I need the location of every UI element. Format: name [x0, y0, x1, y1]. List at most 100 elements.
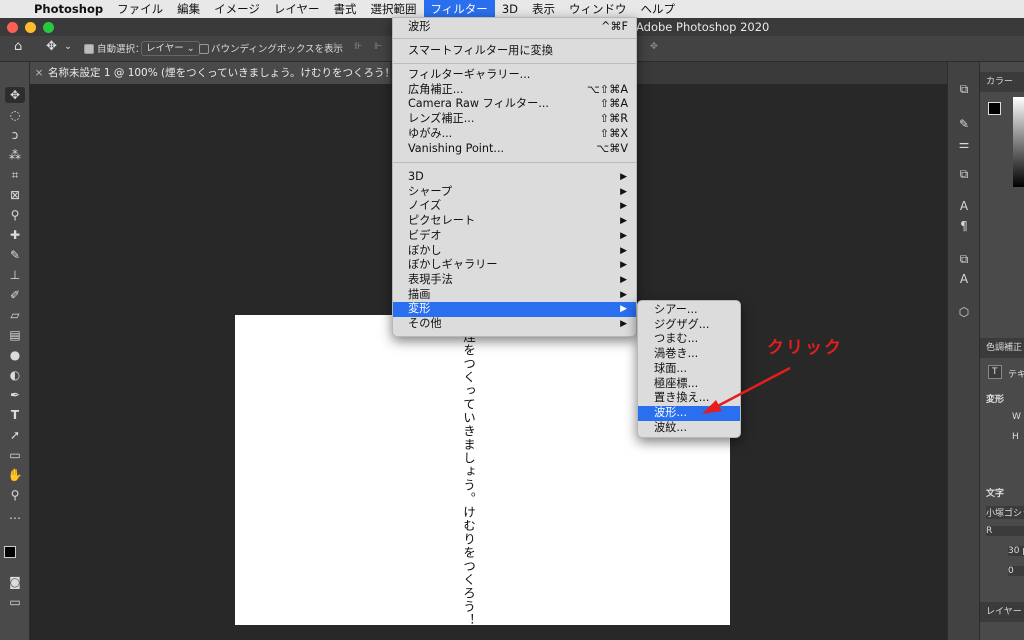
pen-icon[interactable]: ✒: [5, 387, 25, 403]
screen-mode-icon[interactable]: ▭: [5, 594, 25, 610]
submenu-item-pinch[interactable]: つまむ...: [638, 332, 740, 347]
layers-tab[interactable]: レイヤー: [980, 602, 1024, 622]
eraser-icon[interactable]: ▱: [5, 307, 25, 323]
magic-wand-icon[interactable]: ⁂: [5, 147, 25, 163]
menu-file[interactable]: ファイル: [110, 0, 170, 18]
color-slider[interactable]: [1013, 97, 1024, 187]
home-icon[interactable]: ⌂: [14, 39, 22, 54]
properties-panel-icon[interactable]: ⧉: [955, 252, 973, 268]
submenu-item-shear[interactable]: シアー...: [638, 303, 740, 318]
menu-item-lens-correction[interactable]: レンズ補正... ⇧⌘R: [393, 112, 636, 127]
color-panel-tab[interactable]: カラー: [980, 72, 1024, 92]
character-section[interactable]: 文字: [986, 486, 1004, 499]
document-tab[interactable]: × 名称未設定 1 @ 100% (煙をつくっていきましょう。けむりをつくろう！,…: [30, 62, 390, 84]
menu-item-liquify[interactable]: ゆがみ... ⇧⌘X: [393, 127, 636, 142]
character-panel-icon[interactable]: A: [955, 199, 973, 215]
3d-panel-icon[interactable]: ⬡: [955, 305, 973, 321]
glyph-panel-icon[interactable]: A: [955, 272, 973, 288]
menu-item-filter-gallery[interactable]: フィルターギャラリー...: [393, 68, 636, 83]
dodge-icon[interactable]: ◐: [5, 367, 25, 383]
blur-gallery-label: ぼかしギャラリー: [408, 258, 498, 272]
zoom-icon[interactable]: ⚲: [5, 487, 25, 503]
panel-foreground-swatch[interactable]: [988, 102, 1001, 115]
submenu-item-zigzag[interactable]: ジグザグ...: [638, 318, 740, 333]
transform-section[interactable]: 変形: [986, 392, 1004, 405]
menu-app-name[interactable]: Photoshop: [30, 0, 110, 18]
close-tab-icon[interactable]: ×: [30, 62, 48, 84]
auto-select-checkbox[interactable]: [84, 44, 94, 54]
move-tool-icon[interactable]: ✥: [5, 87, 25, 103]
canvas-vertical-text[interactable]: 煙をつくっていきましょう。けむりをつくろう！: [459, 330, 478, 627]
align-left-icon[interactable]: ⊫: [333, 41, 341, 52]
adjustments-tab[interactable]: 色調補正: [980, 338, 1024, 358]
menu-item-blur[interactable]: ぼかし ▶: [393, 244, 636, 259]
menu-item-pixelate[interactable]: ピクセレート ▶: [393, 214, 636, 229]
submenu-item-ripple[interactable]: 波紋...: [638, 421, 740, 436]
text-icon[interactable]: T: [5, 407, 25, 423]
menu-item-render[interactable]: 描画 ▶: [393, 288, 636, 303]
menu-view[interactable]: 表示: [525, 0, 562, 18]
path-select-icon[interactable]: ➚: [5, 427, 25, 443]
close-window-button[interactable]: [7, 21, 18, 33]
wide-angle-shortcut: ⌥⇧⌘A: [586, 82, 628, 96]
crop-icon[interactable]: ⌗: [5, 167, 25, 183]
history-panel-icon[interactable]: ⧉: [955, 82, 973, 98]
menu-edit[interactable]: 編集: [170, 0, 207, 18]
menu-item-noise[interactable]: ノイズ ▶: [393, 199, 636, 214]
frame-icon[interactable]: ⊠: [5, 187, 25, 203]
auto-select-dropdown[interactable]: レイヤー ⌄: [141, 41, 200, 56]
align-right-icon[interactable]: ⊩: [374, 41, 382, 52]
tracking-field[interactable]: 0: [1008, 566, 1024, 576]
distort-label: 変形: [408, 302, 431, 316]
blur-icon[interactable]: ●: [5, 347, 25, 363]
menu-item-video[interactable]: ビデオ ▶: [393, 229, 636, 244]
lasso-icon[interactable]: ↄ: [5, 127, 25, 143]
shape-icon[interactable]: ▭: [5, 447, 25, 463]
minimize-window-button[interactable]: [25, 21, 36, 33]
foreground-color-swatch[interactable]: [4, 546, 16, 558]
menu-image[interactable]: イメージ: [207, 0, 267, 18]
menu-item-distort[interactable]: 変形 ▶: [393, 302, 636, 317]
move-icon[interactable]: ✥: [46, 39, 57, 54]
healing-brush-icon[interactable]: ✚: [5, 227, 25, 243]
font-size-field[interactable]: 30 p: [1008, 546, 1024, 556]
font-family-field[interactable]: 小塚ゴシッ: [986, 506, 1024, 519]
quick-mask-icon[interactable]: ◙: [5, 574, 25, 590]
font-style-field[interactable]: R: [986, 526, 1024, 536]
menu-type[interactable]: 書式: [327, 0, 364, 18]
more-tools-icon[interactable]: …: [5, 507, 25, 523]
menu-item-sharpen[interactable]: シャープ ▶: [393, 185, 636, 200]
menu-3d[interactable]: 3D: [495, 0, 525, 18]
hand-icon[interactable]: ✋: [5, 467, 25, 483]
menu-help[interactable]: ヘルプ: [633, 0, 682, 18]
brush-panel-icon[interactable]: ✎: [955, 117, 973, 133]
menu-filter[interactable]: フィルター: [423, 0, 495, 18]
adjust-panel-icon[interactable]: ⚌: [955, 137, 973, 153]
camera-raw-label: Camera Raw フィルター...: [408, 97, 549, 111]
menu-item-other[interactable]: その他 ▶: [393, 317, 636, 332]
align-center-icon[interactable]: ⊪: [354, 41, 362, 52]
menu-item-3d[interactable]: 3D ▶: [393, 170, 636, 185]
chevron-down-icon[interactable]: ⌄: [64, 41, 72, 52]
gradient-icon[interactable]: ▤: [5, 327, 25, 343]
brush-icon[interactable]: ✎: [5, 247, 25, 263]
menu-select[interactable]: 選択範囲: [364, 0, 424, 18]
menu-item-last-filter[interactable]: 波形 ^⌘F: [393, 20, 636, 35]
zoom-window-button[interactable]: [43, 21, 54, 33]
menu-item-camera-raw[interactable]: Camera Raw フィルター... ⇧⌘A: [393, 97, 636, 112]
3d-mode-icon[interactable]: ✥: [650, 41, 658, 52]
bbox-checkbox[interactable]: [199, 44, 209, 54]
menu-item-stylize[interactable]: 表現手法 ▶: [393, 273, 636, 288]
menu-window[interactable]: ウィンドウ: [562, 0, 634, 18]
clone-source-icon[interactable]: ⧉: [955, 167, 973, 183]
stamp-icon[interactable]: ⊥: [5, 267, 25, 283]
marquee-icon[interactable]: ◌: [5, 107, 25, 123]
history-brush-icon[interactable]: ✐: [5, 287, 25, 303]
menu-item-blur-gallery[interactable]: ぼかしギャラリー ▶: [393, 258, 636, 273]
menu-layer[interactable]: レイヤー: [267, 0, 327, 18]
eyedropper-icon[interactable]: ⚲: [5, 207, 25, 223]
menu-item-vanishing-point[interactable]: Vanishing Point... ⌥⌘V: [393, 142, 636, 157]
menu-item-adaptive-wide-angle[interactable]: 広角補正... ⌥⇧⌘A: [393, 83, 636, 98]
paragraph-panel-icon[interactable]: ¶: [955, 219, 973, 235]
menu-item-smart-filter[interactable]: スマートフィルター用に変換: [393, 44, 636, 59]
